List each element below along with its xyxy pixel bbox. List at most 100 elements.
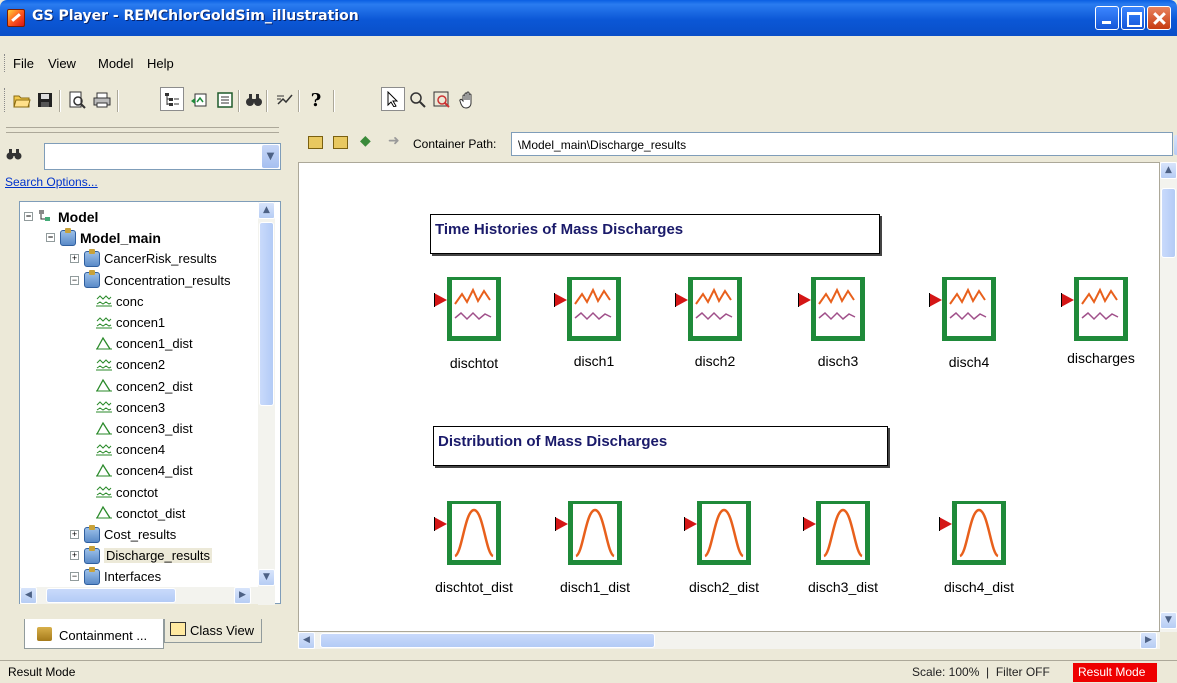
input-port-icon[interactable] [684,517,697,531]
input-port-icon[interactable] [929,293,942,307]
input-port-icon[interactable] [434,293,447,307]
tree-item[interactable]: conc [96,291,143,312]
distribution-element[interactable] [434,501,504,571]
expander-icon[interactable]: + [70,551,79,561]
select-pointer-icon[interactable] [381,87,405,111]
canvas-scroll-thumb[interactable] [1161,188,1176,258]
tree-item[interactable]: conctot_dist [96,503,185,524]
tree-item[interactable]: concen3 [96,397,165,418]
menu-help[interactable]: Help [147,56,174,71]
find-icon[interactable] [244,90,264,110]
tree-item[interactable]: conctot [96,482,158,503]
panel-splitter[interactable] [6,127,279,133]
distribution-element[interactable] [803,501,873,571]
expander-icon[interactable]: − [46,233,55,243]
time-history-element[interactable] [798,277,868,347]
tree-item[interactable]: − Concentration_results [70,270,230,291]
expander-icon[interactable]: − [70,572,79,582]
input-port-icon[interactable] [798,293,811,307]
scroll-up-icon[interactable]: ▲ [1160,162,1177,179]
print-icon[interactable] [92,90,112,110]
back-arrow-icon[interactable]: ◆ [360,133,371,149]
tree-item[interactable]: + Discharge_results [70,545,213,566]
menu-file[interactable]: File [13,56,34,71]
input-port-icon[interactable] [675,293,688,307]
minimize-button[interactable] [1095,6,1119,30]
scroll-right-icon[interactable]: ▶ [1140,632,1157,649]
expander-icon[interactable]: + [70,530,79,539]
time-history-element[interactable] [1061,277,1131,347]
chevron-down-icon[interactable]: ▼ [262,145,279,168]
tree-item[interactable]: − Model [24,206,98,227]
close-button[interactable] [1147,6,1171,30]
distribution-element[interactable] [555,501,625,571]
search-icon[interactable] [6,147,22,164]
root-container-icon[interactable] [333,136,348,149]
forward-arrow-icon[interactable]: ➜ [388,133,400,149]
maximize-button[interactable] [1121,6,1145,30]
open-icon[interactable] [12,90,32,110]
time-histories-group[interactable]: Time Histories of Mass Discharges [430,214,880,254]
scroll-left-icon[interactable]: ◀ [298,632,315,649]
scroll-down-icon[interactable]: ▼ [258,569,275,586]
input-port-icon[interactable] [554,293,567,307]
tree-item[interactable]: concen3_dist [96,418,193,439]
expander-icon[interactable]: + [70,254,79,264]
tree-item[interactable]: + CancerRisk_results [70,248,217,269]
canvas-vertical-scrollbar[interactable]: ▲ ▼ [1160,162,1177,632]
tree-item[interactable]: − Interfaces [70,566,161,587]
expander-icon[interactable]: − [24,212,33,221]
result-table-icon[interactable] [215,90,235,110]
toolbar-grip[interactable] [4,88,7,112]
tree-item[interactable]: concen1_dist [96,333,193,354]
canvas-horizontal-scrollbar[interactable]: ◀ ▶ [298,632,1160,649]
tree-horizontal-scrollbar[interactable]: ◀ ▶ [20,587,260,604]
canvas-hscroll-thumb[interactable] [320,633,655,648]
tree-hscroll-thumb[interactable] [46,588,176,603]
tree-item[interactable]: concen4_dist [96,460,193,481]
scroll-left-icon[interactable]: ◀ [20,587,37,604]
tree-item[interactable]: + Cost_results [70,524,176,545]
input-port-icon[interactable] [1061,293,1074,307]
search-options-link[interactable]: Search Options... [5,175,98,189]
tab-containment[interactable]: Containment ... [24,619,164,649]
tree-item[interactable]: − Model_main [46,227,161,248]
model-tree[interactable]: − Model − Model_main + CancerRisk_results − Con… [19,201,281,604]
print-preview-icon[interactable] [67,90,87,110]
menu-grip[interactable] [4,54,7,72]
input-port-icon[interactable] [803,517,816,531]
scroll-right-icon[interactable]: ▶ [234,587,251,604]
scroll-down-icon[interactable]: ▼ [1160,612,1177,629]
model-canvas[interactable]: Time Histories of Mass Discharges Distri… [298,162,1160,632]
tree-view-icon[interactable] [160,87,184,111]
save-icon[interactable] [35,90,55,110]
zoom-icon[interactable] [408,90,428,110]
zoom-box-icon[interactable] [432,90,452,110]
pan-hand-icon[interactable] [458,90,478,110]
run-icon[interactable] [275,90,295,110]
container-path-field[interactable]: \Model_main\Discharge_results ▼ [511,132,1177,156]
input-port-icon[interactable] [434,517,447,531]
tree-scroll-thumb[interactable] [259,222,274,406]
time-history-element[interactable] [929,277,999,347]
tree-item[interactable]: concen4 [96,439,165,460]
distribution-element[interactable] [939,501,1009,571]
expander-icon[interactable]: − [70,275,79,285]
help-icon[interactable]: ? [306,90,326,111]
tree-item[interactable]: concen2 [96,354,165,375]
parent-container-icon[interactable] [308,136,323,149]
input-port-icon[interactable] [939,517,952,531]
tree-vertical-scrollbar[interactable]: ▲ ▼ [258,202,275,605]
tab-class-view[interactable]: Class View [164,619,262,643]
tree-item[interactable]: concen1 [96,312,165,333]
scroll-up-icon[interactable]: ▲ [258,202,275,219]
distribution-element[interactable] [684,501,754,571]
time-history-element[interactable] [554,277,624,347]
result-link-icon[interactable] [189,90,209,110]
search-input[interactable]: ▼ [44,143,281,170]
tree-item[interactable]: concen2_dist [96,376,193,397]
time-history-element[interactable] [675,277,745,347]
menu-view[interactable]: View [48,56,76,71]
input-port-icon[interactable] [555,517,568,531]
time-history-element[interactable] [434,277,504,347]
